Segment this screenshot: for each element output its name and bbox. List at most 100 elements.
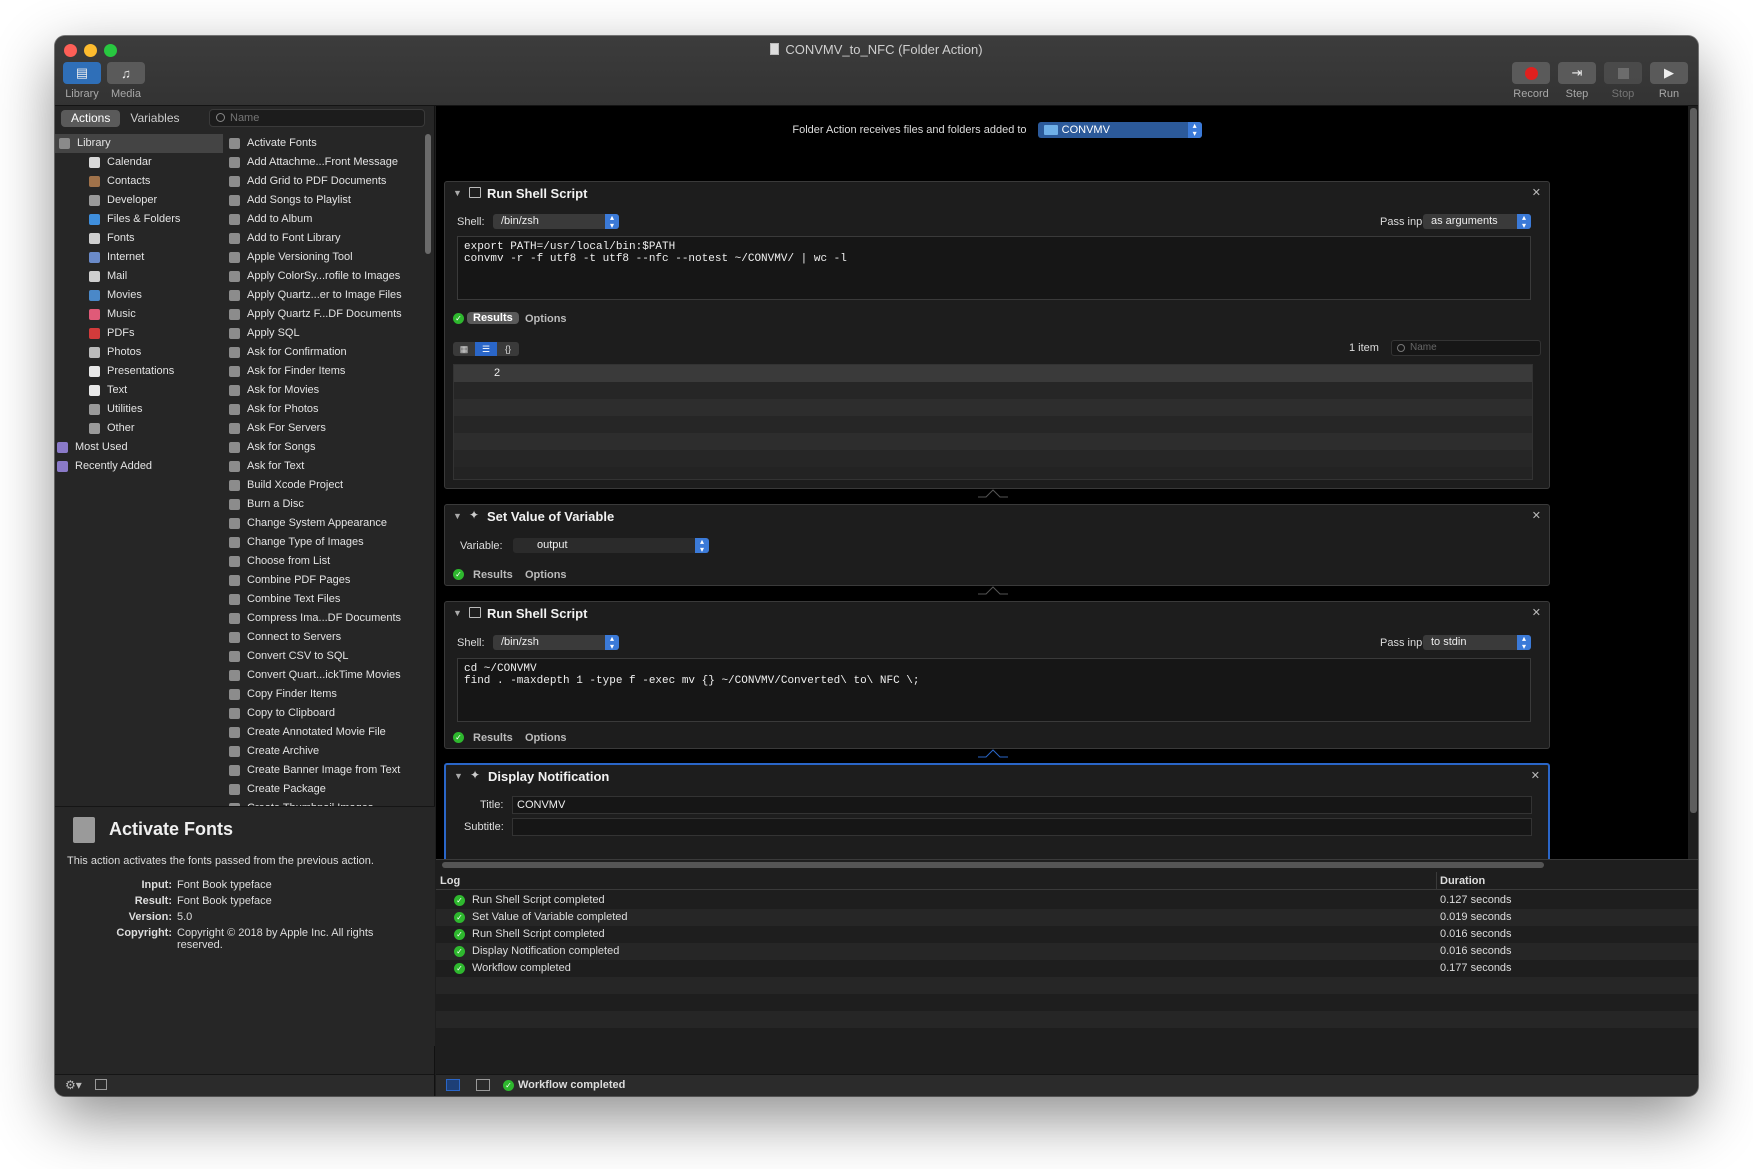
action-list-item[interactable]: Apply Quartz F...DF Documents: [225, 305, 423, 324]
action-list-item[interactable]: Convert CSV to SQL: [225, 647, 423, 666]
action-list-item[interactable]: Compress Ima...DF Documents: [225, 609, 423, 628]
code-view-icon[interactable]: {}: [497, 342, 519, 356]
variables-view-icon[interactable]: [476, 1079, 490, 1091]
action-list-item[interactable]: Copy to Clipboard: [225, 704, 423, 723]
action-search-field[interactable]: [209, 109, 425, 127]
action-list-item[interactable]: Ask For Servers: [225, 419, 423, 438]
script-editor[interactable]: cd ~/CONVMV find . -maxdepth 1 -type f -…: [457, 658, 1531, 722]
action-list-item[interactable]: Create Thumbnail Images: [225, 799, 423, 806]
library-root[interactable]: ▼Library: [55, 134, 223, 153]
library-button[interactable]: ▤ Library: [63, 62, 101, 100]
close-icon[interactable]: ✕: [1532, 509, 1541, 522]
library-category[interactable]: Text: [55, 381, 223, 400]
disclosure-triangle-icon[interactable]: ▼: [453, 511, 462, 521]
log-row[interactable]: ✓ Workflow completed 0.177 seconds: [436, 960, 1698, 977]
log-row[interactable]: ✓ Run Shell Script completed 0.016 seconds: [436, 926, 1698, 943]
record-button[interactable]: Record: [1512, 62, 1550, 100]
log-row[interactable]: ✓ Display Notification completed 0.016 sec…: [436, 943, 1698, 960]
library-category[interactable]: Most Used: [55, 438, 223, 457]
tab-variables[interactable]: Variables: [120, 110, 189, 127]
results-tab[interactable]: Results: [467, 312, 519, 324]
workflow-horizontal-scrollbar[interactable]: [442, 862, 1544, 868]
log-view-icon[interactable]: [446, 1079, 460, 1091]
close-icon[interactable]: ✕: [1532, 186, 1541, 199]
options-tab[interactable]: Options: [525, 732, 567, 744]
disclosure-triangle-icon[interactable]: ▼: [454, 771, 463, 781]
action-list-item[interactable]: Add to Font Library: [225, 229, 423, 248]
action-list-item[interactable]: Activate Fonts: [225, 134, 423, 153]
action-list-item[interactable]: Add Grid to PDF Documents: [225, 172, 423, 191]
action-list-item[interactable]: Apple Versioning Tool: [225, 248, 423, 267]
tab-actions[interactable]: Actions: [61, 110, 121, 127]
library-category[interactable]: Other: [55, 419, 223, 438]
close-icon[interactable]: ✕: [1531, 769, 1540, 782]
library-category[interactable]: Contacts: [55, 172, 223, 191]
results-tab[interactable]: Results: [473, 732, 513, 744]
library-category[interactable]: Fonts: [55, 229, 223, 248]
action-search-input[interactable]: [230, 112, 410, 124]
log-column-header[interactable]: Log: [440, 875, 460, 887]
library-category[interactable]: Presentations: [55, 362, 223, 381]
library-category[interactable]: Mail: [55, 267, 223, 286]
action-list-item[interactable]: Build Xcode Project: [225, 476, 423, 495]
action-list-item[interactable]: Burn a Disc: [225, 495, 423, 514]
action-list-item[interactable]: Copy Finder Items: [225, 685, 423, 704]
actions-scrollbar[interactable]: [425, 134, 431, 254]
action-list-item[interactable]: Ask for Photos: [225, 400, 423, 419]
action-list-item[interactable]: Ask for Confirmation: [225, 343, 423, 362]
media-button[interactable]: ♫ Media: [107, 62, 145, 100]
stop-button[interactable]: Stop: [1604, 62, 1642, 100]
action-list-item[interactable]: Combine PDF Pages: [225, 571, 423, 590]
workflow-scrollbar[interactable]: [1690, 108, 1697, 813]
shell-popup[interactable]: /bin/zsh ▴ ▾: [493, 635, 619, 651]
action-list-item[interactable]: Create Package: [225, 780, 423, 799]
duration-column-header[interactable]: Duration: [1440, 875, 1485, 887]
library-category[interactable]: Utilities: [55, 400, 223, 419]
icon-view-icon[interactable]: ▦: [453, 342, 475, 356]
variable-popup[interactable]: output ▴ ▾: [513, 538, 709, 554]
library-category[interactable]: PDFs: [55, 324, 223, 343]
action-list-item[interactable]: Combine Text Files: [225, 590, 423, 609]
shell-popup[interactable]: /bin/zsh ▴ ▾: [493, 214, 619, 230]
run-button[interactable]: ▶ Run: [1650, 62, 1688, 100]
action-list-item[interactable]: Add to Album: [225, 210, 423, 229]
action-list-item[interactable]: Create Archive: [225, 742, 423, 761]
action-list-item[interactable]: Ask for Finder Items: [225, 362, 423, 381]
results-tab[interactable]: Results: [473, 569, 513, 581]
log-row[interactable]: ✓ Run Shell Script completed 0.127 seconds: [436, 892, 1698, 909]
step-button[interactable]: ⇥ Step: [1558, 62, 1596, 100]
folder-popup[interactable]: CONVMV ▴ ▾: [1037, 122, 1202, 138]
library-category[interactable]: Music: [55, 305, 223, 324]
action-list-item[interactable]: Create Annotated Movie File: [225, 723, 423, 742]
close-icon[interactable]: ✕: [1532, 606, 1541, 619]
options-tab[interactable]: Options: [525, 569, 567, 581]
action-list-item[interactable]: Change System Appearance: [225, 514, 423, 533]
action-list-item[interactable]: Convert Quart...ickTime Movies: [225, 666, 423, 685]
action-list-item[interactable]: Ask for Songs: [225, 438, 423, 457]
notification-subtitle-field[interactable]: [512, 818, 1532, 836]
library-category[interactable]: Internet: [55, 248, 223, 267]
action-list-item[interactable]: Ask for Text: [225, 457, 423, 476]
action-list-item[interactable]: Apply ColorSy...rofile to Images: [225, 267, 423, 286]
notification-title-field[interactable]: CONVMV: [512, 796, 1532, 814]
results-search-field[interactable]: Name: [1391, 340, 1541, 356]
library-category[interactable]: Calendar: [55, 153, 223, 172]
library-category[interactable]: Movies: [55, 286, 223, 305]
list-view-icon[interactable]: ☰: [475, 342, 497, 356]
log-row[interactable]: ✓ Set Value of Variable completed 0.019 se…: [436, 909, 1698, 926]
disclosure-triangle-icon[interactable]: ▼: [453, 608, 462, 618]
action-list-item[interactable]: Apply SQL: [225, 324, 423, 343]
script-editor[interactable]: export PATH=/usr/local/bin:$PATH convmv …: [457, 236, 1531, 300]
library-category[interactable]: Developer: [55, 191, 223, 210]
library-category[interactable]: Photos: [55, 343, 223, 362]
action-list-item[interactable]: Connect to Servers: [225, 628, 423, 647]
action-list-item[interactable]: Choose from List: [225, 552, 423, 571]
library-category[interactable]: Files & Folders: [55, 210, 223, 229]
action-list-item[interactable]: Ask for Movies: [225, 381, 423, 400]
gear-icon[interactable]: ⚙▾: [65, 1078, 82, 1092]
action-list-item[interactable]: Apply Quartz...er to Image Files: [225, 286, 423, 305]
action-list-item[interactable]: Create Banner Image from Text: [225, 761, 423, 780]
description-toggle-icon[interactable]: [95, 1079, 107, 1090]
action-list-item[interactable]: Change Type of Images: [225, 533, 423, 552]
options-tab[interactable]: Options: [525, 313, 567, 325]
